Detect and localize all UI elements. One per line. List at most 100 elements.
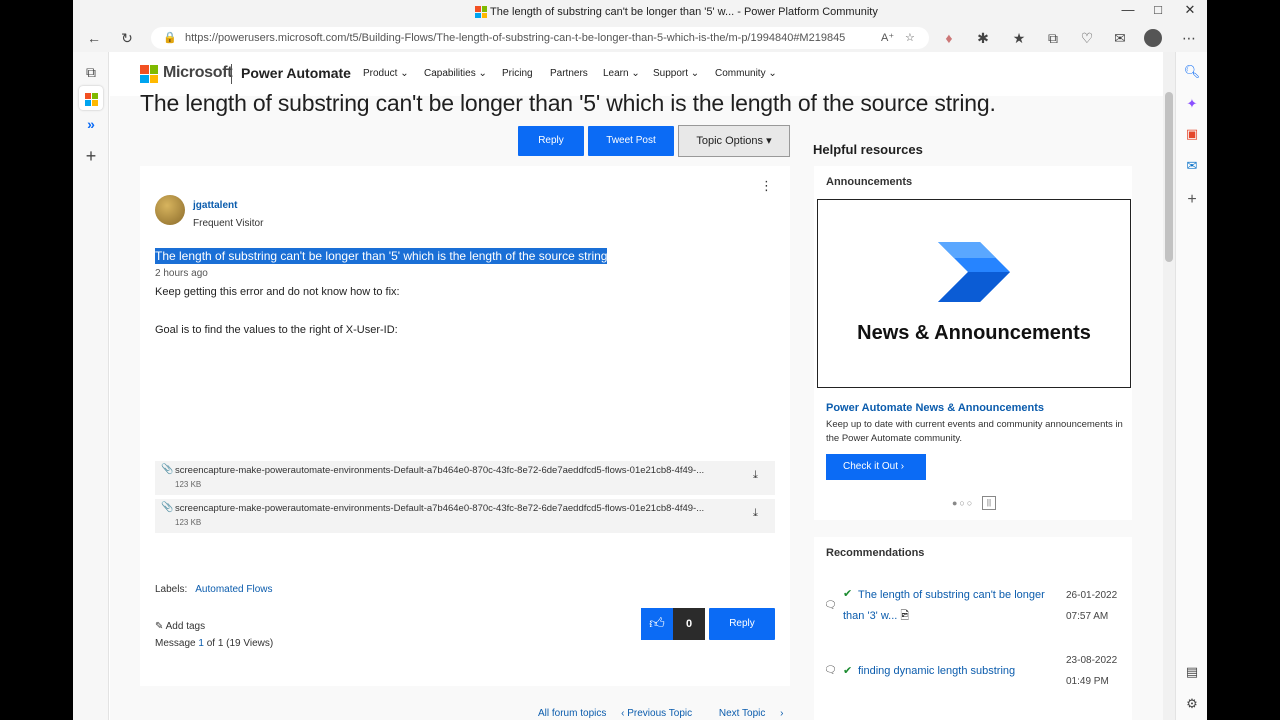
page-title: The length of substring can't be longer …	[140, 90, 996, 116]
nav-product[interactable]: Product ⌄	[363, 68, 409, 79]
post-card: ⋮ jgattalent Frequent Visitor The length…	[140, 166, 790, 686]
recommendation-date: 26-01-2022	[1066, 590, 1118, 601]
recommendations-heading: Recommendations	[826, 547, 925, 559]
announcements-card: Announcements News & Announcements Power…	[814, 166, 1132, 520]
image-icon: 🖻︎	[900, 610, 910, 622]
reply-button[interactable]: Reply	[518, 126, 584, 156]
post-time: 2 hours ago	[155, 268, 208, 279]
favorite-add-icon[interactable]: ☆	[905, 27, 915, 49]
recommendation-title-cont[interactable]: than '3' w... 🖻︎	[843, 606, 909, 627]
like-count: 0	[673, 608, 705, 640]
product-name[interactable]: Power Automate	[241, 65, 351, 81]
label-link[interactable]: Automated Flows	[195, 584, 272, 595]
post-subject: The length of substring can't be longer …	[155, 248, 608, 264]
power-automate-logo-icon	[938, 242, 1010, 302]
solved-check-icon: ✔	[843, 665, 853, 677]
pause-icon[interactable]: ||	[982, 496, 996, 510]
lock-icon: 🔒	[163, 32, 177, 44]
add-sidebar-app-icon[interactable]: +	[1182, 190, 1202, 210]
tweet-post-button[interactable]: Tweet Post	[588, 126, 674, 156]
previous-topic-link[interactable]: ‹ Previous Topic	[621, 708, 704, 719]
banner-title: News & Announcements	[857, 322, 1091, 344]
author-name[interactable]: jgattalent	[193, 200, 237, 211]
settings-gear-icon[interactable]: ⚙	[1182, 694, 1202, 714]
extensions-icon[interactable]: ✱	[972, 28, 994, 48]
vertical-tabs-bar: ⧉ » +	[73, 52, 109, 720]
avatar[interactable]	[155, 195, 185, 225]
recommendation-title[interactable]: finding dynamic length substring	[858, 661, 1015, 682]
post-body-line: Goal is to find the values to the right …	[155, 324, 398, 336]
url-text: https://powerusers.microsoft.com/t5/Buil…	[185, 32, 846, 44]
maximize-button[interactable]: □	[1143, 2, 1173, 22]
reply-bottom-button[interactable]: Reply	[709, 608, 775, 640]
author-rank: Frequent Visitor	[193, 218, 264, 229]
nav-pricing[interactable]: Pricing	[502, 68, 533, 79]
message-count: Message 1 of 1 (19 Views)	[155, 638, 274, 649]
site-favicon-icon	[475, 6, 487, 18]
add-tags-link[interactable]: ✎ Add tags	[155, 621, 205, 632]
address-bar[interactable]: 🔒 https://powerusers.microsoft.com/t5/Bu…	[151, 27, 929, 49]
download-icon[interactable]: ⤓	[753, 469, 758, 482]
attachment-size: 123 KB	[175, 518, 202, 527]
carousel-dots[interactable]: ●○○	[952, 498, 974, 508]
page-scrollbar[interactable]	[1163, 52, 1175, 720]
sidebar-layout-icon[interactable]: ▤	[1182, 662, 1202, 682]
recommendation-title[interactable]: The length of substring can't be longer	[858, 585, 1045, 606]
profile-avatar[interactable]	[1144, 29, 1162, 47]
search-icon[interactable]: 🔍︎	[1182, 62, 1202, 82]
like-button[interactable]: 👍︎	[641, 608, 673, 640]
chat-bubble-icon: 🗨︎	[824, 665, 837, 676]
minimize-button[interactable]: —	[1113, 2, 1143, 22]
back-icon[interactable]: ←	[83, 28, 105, 48]
tab-ms-community[interactable]	[79, 86, 103, 110]
collections-icon[interactable]: ⧉	[1042, 28, 1064, 48]
favorites-icon[interactable]: ★	[1008, 28, 1030, 48]
next-topic-link[interactable]: Next Topic ›	[719, 708, 784, 719]
nav-partners[interactable]: Partners	[550, 68, 588, 79]
helpful-resources-heading: Helpful resources	[813, 142, 923, 157]
extension-icon[interactable]: ♦	[938, 28, 960, 48]
more-menu-icon[interactable]: ⋯	[1178, 28, 1200, 48]
attachment-item[interactable]: 📎 screencapture-make-powerautomate-envir…	[155, 461, 775, 495]
topic-options-button[interactable]: Topic Options ▾	[678, 125, 790, 157]
page-content: Microsoft Power Automate Product ⌄ Capab…	[110, 52, 1163, 720]
ms-tab-icon	[84, 92, 98, 106]
recommendation-time: 01:49 PM	[1066, 676, 1109, 687]
title-bar: The length of substring can't be longer …	[73, 0, 1207, 24]
announcement-link[interactable]: Power Automate News & Announcements	[826, 402, 1044, 414]
refresh-icon[interactable]: ↻	[116, 28, 138, 48]
nav-community[interactable]: Community ⌄	[715, 68, 777, 79]
recommendation-time: 07:57 AM	[1066, 611, 1109, 622]
microsoft-wordmark[interactable]: Microsoft	[163, 64, 233, 82]
health-icon[interactable]: ♡	[1076, 28, 1098, 48]
new-tab-icon[interactable]: +	[79, 144, 103, 168]
announcement-banner[interactable]: News & Announcements	[817, 199, 1131, 388]
solved-check-icon: ✔	[843, 588, 853, 600]
share-icon[interactable]: ✉	[1109, 28, 1131, 48]
nav-capabilities[interactable]: Capabilities ⌄	[424, 68, 487, 79]
labels-row: Labels: Automated Flows	[155, 584, 273, 595]
close-button[interactable]: ✕	[1175, 2, 1205, 22]
attachment-name[interactable]: screencapture-make-powerautomate-environ…	[175, 503, 745, 514]
nav-learn[interactable]: Learn ⌄	[603, 68, 640, 79]
all-topics-link[interactable]: All forum topics	[538, 708, 606, 719]
copilot-icon[interactable]: ✦	[1182, 94, 1202, 114]
attachment-name[interactable]: screencapture-make-powerautomate-environ…	[175, 465, 745, 476]
office-icon[interactable]: ▣	[1182, 124, 1202, 144]
microsoft-logo-icon[interactable]	[140, 65, 158, 83]
tab-power-automate[interactable]: »	[79, 112, 103, 136]
download-icon[interactable]: ⤓	[753, 507, 758, 520]
thumbs-up-icon: 👍︎	[649, 615, 665, 632]
chat-bubble-icon: 🗨︎	[824, 600, 837, 611]
nav-support[interactable]: Support ⌄	[653, 68, 699, 79]
pencil-icon: ✎	[155, 621, 164, 632]
scrollbar-thumb[interactable]	[1165, 92, 1173, 262]
outlook-icon[interactable]: ✉	[1182, 156, 1202, 176]
attachment-item[interactable]: 📎 screencapture-make-powerautomate-envir…	[155, 499, 775, 533]
read-aloud-icon[interactable]: A⁺	[881, 27, 894, 49]
check-it-out-button[interactable]: Check it Out ›	[826, 454, 926, 480]
caret-down-icon: ▾	[766, 135, 772, 147]
attachment-size: 123 KB	[175, 480, 202, 489]
kebab-menu-icon[interactable]: ⋮	[760, 178, 773, 194]
tab-actions-icon[interactable]: ⧉	[79, 60, 103, 84]
